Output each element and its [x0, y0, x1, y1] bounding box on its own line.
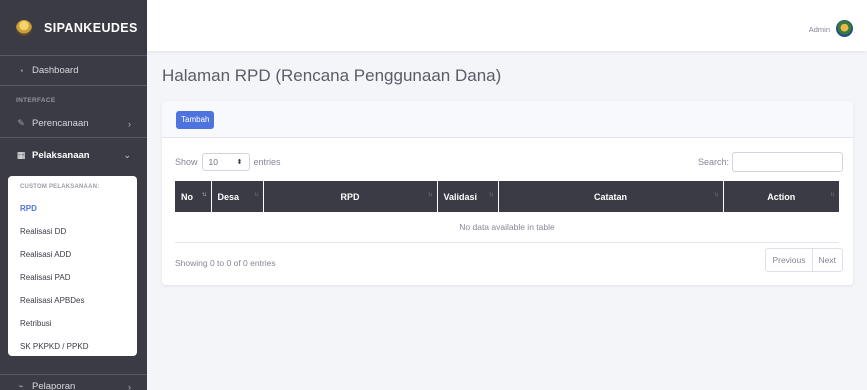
- page-title: Halaman RPD (Rencana Penggunaan Dana): [162, 66, 502, 85]
- submenu-item-retribusi[interactable]: Retribusi: [8, 312, 137, 335]
- entries-select[interactable]: 10 ⬍: [201, 153, 250, 171]
- submenu-item-realisasi-pad[interactable]: Realisasi PAD: [8, 266, 137, 289]
- card-header: Tambah: [162, 101, 853, 138]
- sidebar-item-pelaksanaan[interactable]: ▦ Pelaksanaan ⌄: [0, 138, 147, 172]
- column-header-action[interactable]: Action ↑↓: [723, 181, 839, 212]
- rpd-table: No ↑↓ Desa ↑↓ RPD ↑↓ Validasi ↑↓ Catatan ↑↓ A…: [175, 181, 839, 243]
- previous-button[interactable]: Previous: [766, 249, 813, 271]
- column-header-validasi[interactable]: Validasi ↑↓: [437, 181, 499, 212]
- avatar[interactable]: [836, 20, 853, 37]
- chevron-right-icon: ›: [128, 118, 131, 129]
- sidebar-item-label: Pelaporan: [32, 381, 76, 390]
- column-header-rpd[interactable]: RPD ↑↓: [263, 181, 438, 212]
- sidebar-item-perencanaan[interactable]: ✎ Perencanaan ›: [0, 110, 147, 138]
- empty-table-message: No data available in table: [175, 212, 839, 243]
- show-label: Show: [175, 157, 198, 167]
- brand-logo-icon: [16, 19, 32, 36]
- submenu-item-realisasi-add[interactable]: Realisasi ADD: [8, 243, 137, 266]
- sort-icon: ↑↓: [253, 192, 259, 198]
- search-label: Search:: [697, 157, 729, 167]
- pelaksanaan-submenu: CUSTOM PELAKSANAAN: RPD Realisasi DD Rea…: [8, 176, 137, 356]
- sidebar-heading-interface: INTERFACE: [16, 97, 56, 104]
- chevron-down-icon: ⌄: [123, 149, 131, 160]
- sidebar: SIPANKEUDES ◔ Dashboard INTERFACE ✎ Pere…: [0, 0, 147, 390]
- brand-name: SIPANKEUDES: [44, 20, 138, 35]
- entries-length-control: Show 10 ⬍ entries: [175, 153, 281, 171]
- brand[interactable]: SIPANKEUDES: [0, 0, 147, 56]
- sort-icon: ↑↓: [427, 192, 433, 198]
- topbar: Admin: [147, 0, 867, 51]
- submenu-item-realisasi-dd[interactable]: Realisasi DD: [8, 220, 137, 243]
- table-icon: ▦: [16, 149, 26, 160]
- column-header-catatan[interactable]: Catatan ↑↓: [498, 181, 724, 212]
- pagination: Previous Next: [765, 248, 843, 272]
- entries-value: 10: [208, 157, 218, 167]
- dashboard-icon: ◔: [18, 65, 24, 76]
- rpd-card: Tambah Show 10 ⬍ entries Search: No ↑↓ De…: [162, 101, 853, 285]
- search-input[interactable]: [732, 152, 843, 172]
- table-row: No data available in table: [175, 212, 839, 243]
- select-arrows-icon: ⬍: [236, 159, 243, 166]
- sidebar-item-label: Dashboard: [32, 65, 79, 76]
- add-button[interactable]: Tambah: [176, 111, 215, 129]
- sort-icon: ↑↓: [713, 192, 719, 198]
- search-control: Search:: [698, 152, 843, 172]
- edit-icon: ✎: [17, 118, 25, 128]
- sidebar-item-label: Perencanaan: [32, 118, 89, 129]
- table-header-row: No ↑↓ Desa ↑↓ RPD ↑↓ Validasi ↑↓ Catatan ↑↓ A…: [175, 181, 839, 212]
- sidebar-item-pelaporan[interactable]: ⌁ Pelaporan ›: [0, 374, 147, 390]
- submenu-item-sk-pkpkd[interactable]: SK PKPKD / PPKD: [8, 335, 137, 358]
- user-name[interactable]: Admin: [809, 25, 830, 34]
- sort-icon: ↑↓: [201, 192, 207, 198]
- chart-icon: ⌁: [18, 381, 24, 390]
- submenu-item-rpd[interactable]: RPD: [8, 197, 137, 220]
- column-header-desa[interactable]: Desa ↑↓: [211, 181, 264, 212]
- submenu-heading: CUSTOM PELAKSANAAN:: [20, 184, 100, 190]
- sort-icon: ↑↓: [488, 192, 494, 198]
- next-button[interactable]: Next: [813, 249, 842, 271]
- sidebar-item-dashboard[interactable]: ◔ Dashboard: [0, 56, 147, 86]
- entries-label: entries: [253, 157, 281, 167]
- submenu-item-realisasi-apbdes[interactable]: Realisasi APBDes: [8, 289, 137, 312]
- sort-icon: ↑↓: [830, 192, 835, 198]
- chevron-right-icon: ›: [128, 381, 131, 390]
- sidebar-item-label: Pelaksanaan: [32, 149, 90, 161]
- column-header-no[interactable]: No ↑↓: [175, 181, 212, 212]
- table-info: Showing 0 to 0 of 0 entries: [175, 258, 276, 268]
